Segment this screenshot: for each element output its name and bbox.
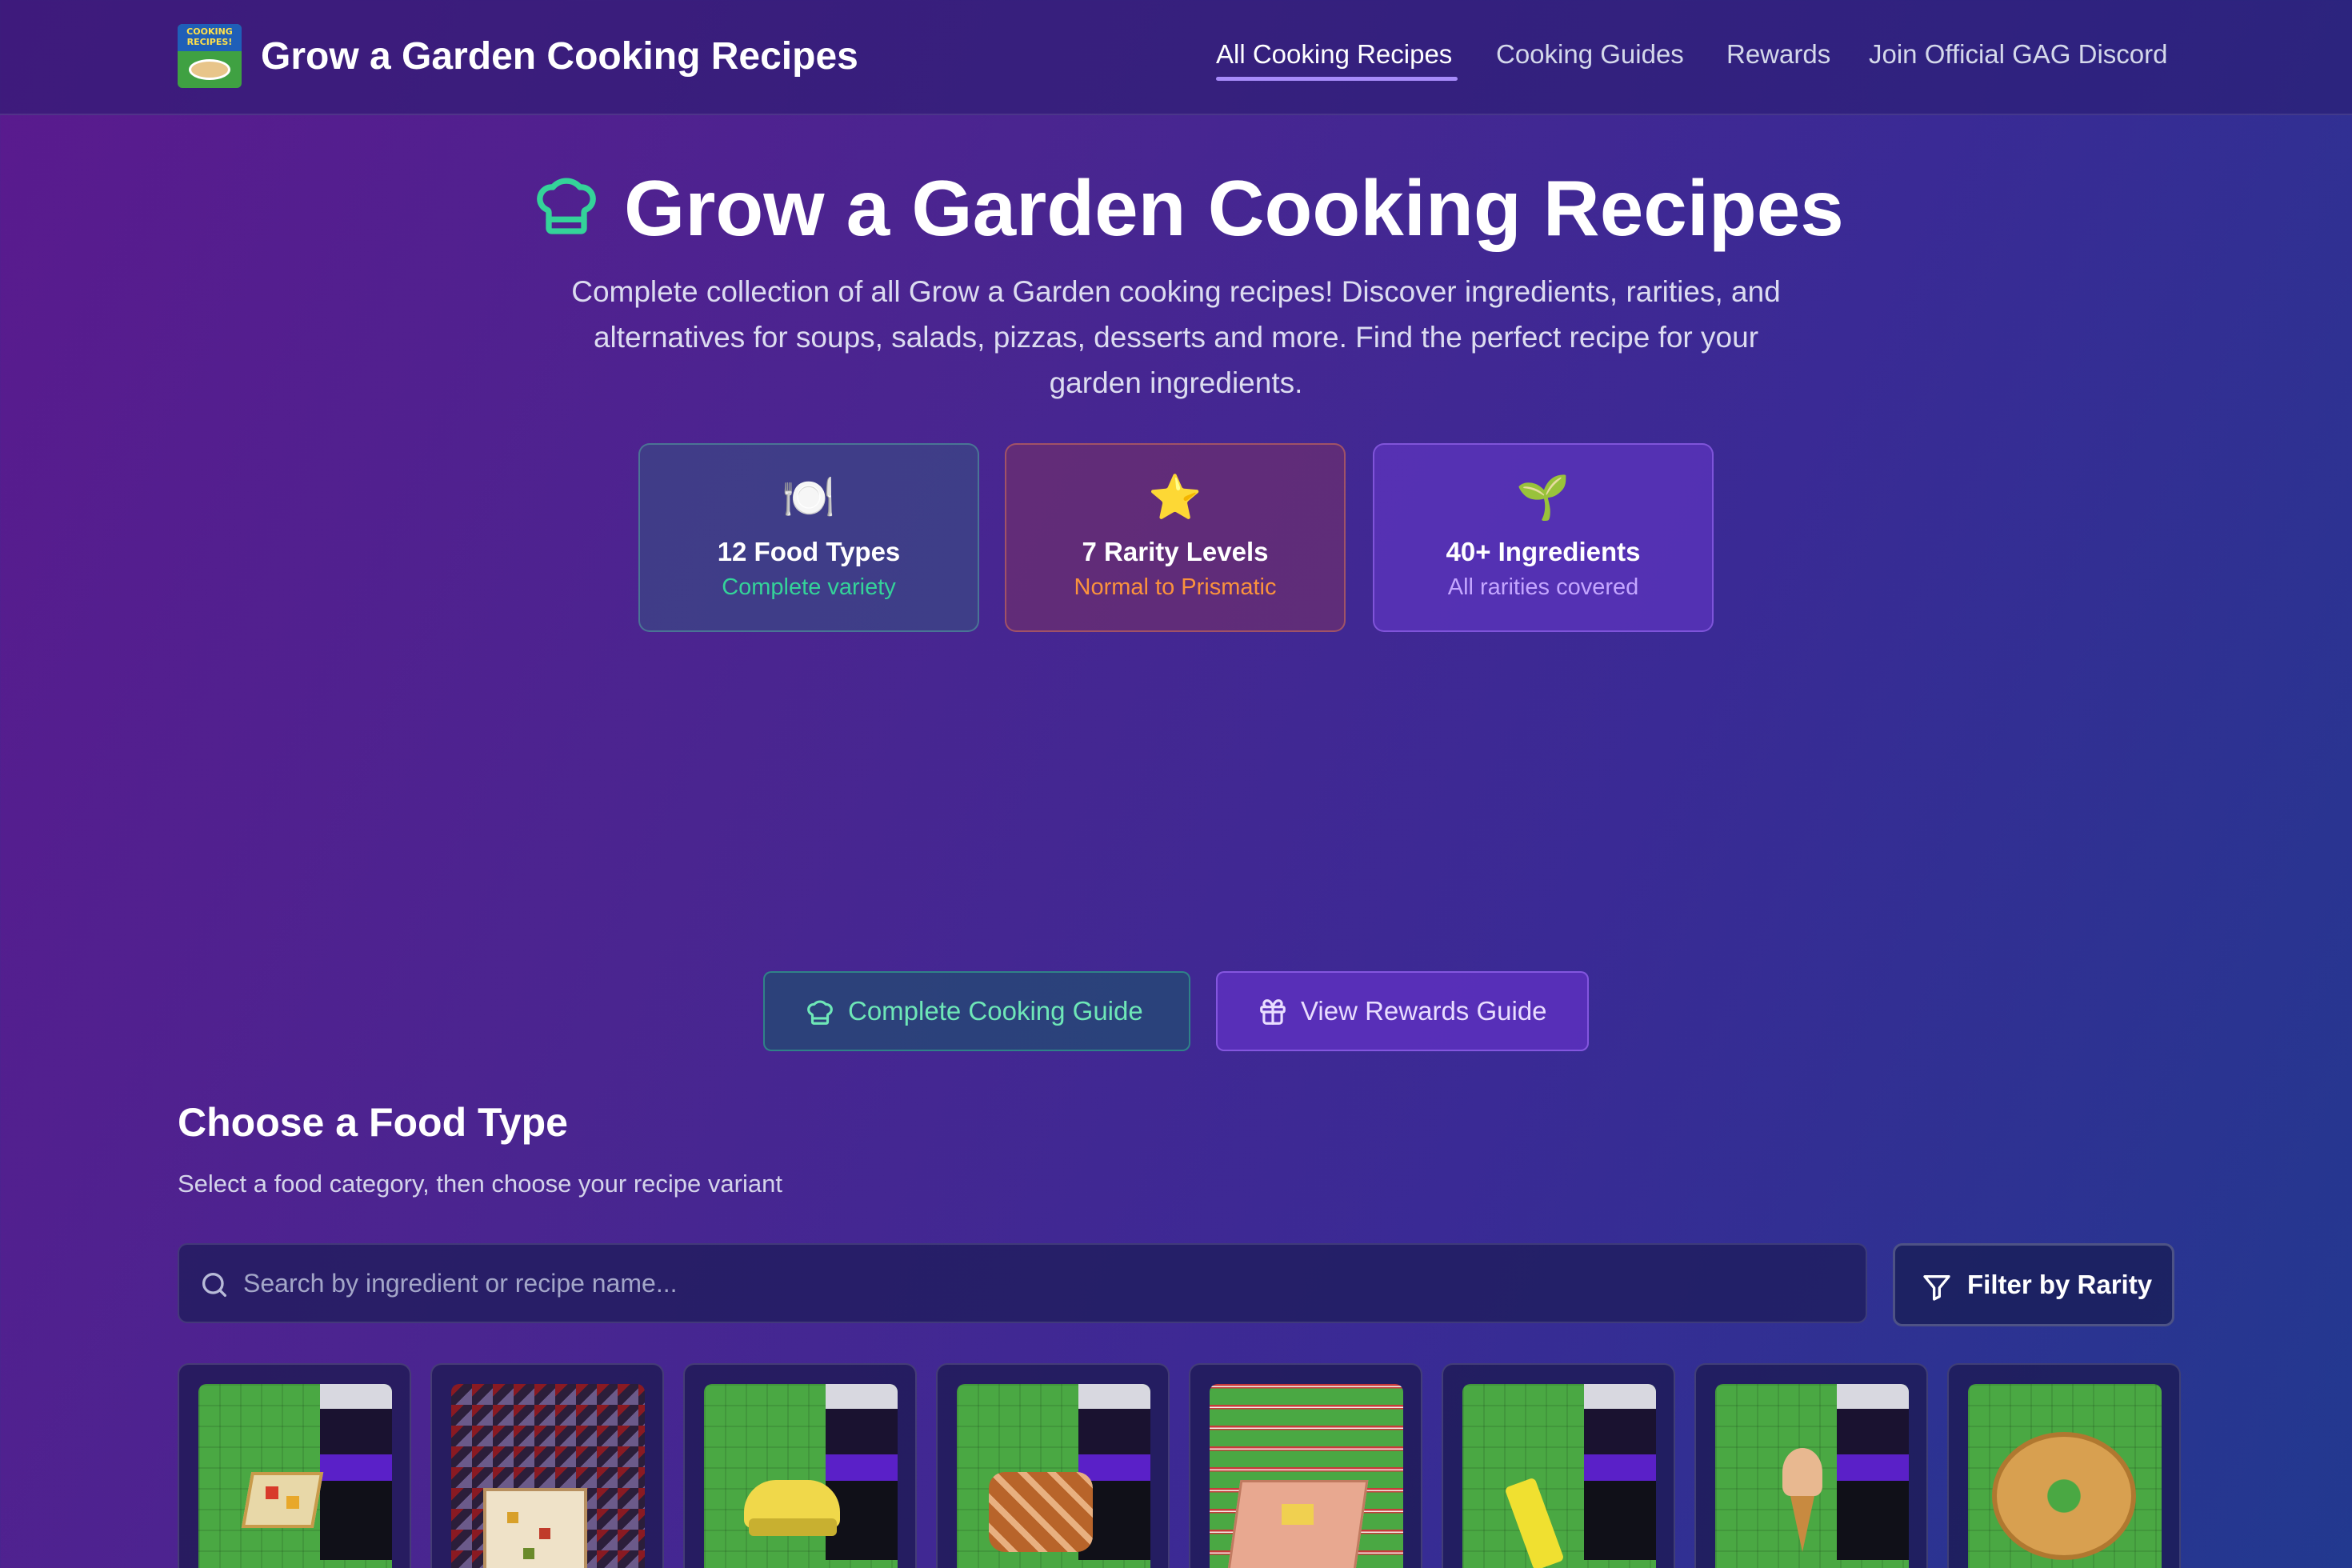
chef-hat-icon xyxy=(807,1000,833,1025)
food-item xyxy=(1782,1448,1822,1496)
site-logo[interactable]: COOKING RECIPES! xyxy=(178,24,242,88)
search-bar xyxy=(178,1243,1867,1323)
food-card[interactable] xyxy=(683,1363,917,1568)
food-card[interactable] xyxy=(936,1363,1170,1568)
stat-subtitle: All rarities covered xyxy=(1447,574,1639,600)
stat-title: 40+ Ingredients xyxy=(1446,537,1641,566)
plate-icon: 🍽️ xyxy=(782,474,836,522)
logo-dish xyxy=(189,59,230,80)
food-card[interactable] xyxy=(1694,1363,1928,1568)
food-topping xyxy=(539,1528,550,1539)
food-item xyxy=(1504,1477,1565,1568)
food-thumbnail xyxy=(451,1384,645,1568)
hero-description: Complete collection of all Grow a Garden… xyxy=(571,275,1781,399)
food-thumbnail xyxy=(1715,1384,1909,1568)
food-thumbnail xyxy=(957,1384,1150,1568)
food-item xyxy=(989,1472,1093,1552)
button-label: Complete Cooking Guide xyxy=(848,996,1143,1026)
food-topping xyxy=(1282,1504,1314,1525)
food-topping xyxy=(266,1486,278,1499)
view-rewards-guide-button[interactable]: View Rewards Guide xyxy=(1216,971,1589,1051)
food-card[interactable] xyxy=(1189,1363,1422,1568)
food-item xyxy=(1992,1432,2136,1560)
avatar-figure xyxy=(826,1384,898,1560)
food-thumbnail xyxy=(1210,1384,1403,1568)
food-thumbnail xyxy=(1968,1384,2162,1568)
food-item xyxy=(483,1488,587,1568)
food-thumbnail xyxy=(198,1384,392,1568)
seedling-icon: 🌱 xyxy=(1516,474,1570,522)
chef-hat-icon xyxy=(537,178,596,234)
food-item xyxy=(241,1472,324,1528)
food-topping xyxy=(286,1496,299,1509)
active-nav-underline xyxy=(1216,77,1458,81)
star-icon: ⭐ xyxy=(1148,474,1202,522)
filter-by-rarity-button[interactable]: Filter by Rarity xyxy=(1893,1243,2174,1326)
nav-link-all-cooking-recipes[interactable]: All Cooking Recipes xyxy=(1216,32,1452,77)
gift-icon xyxy=(1260,999,1286,1025)
stat-card-rarity-levels: ⭐ 7 Rarity Levels Normal to Prismatic xyxy=(1005,443,1346,632)
logo-text-line2: RECIPES! xyxy=(186,37,233,47)
nav-link-rewards[interactable]: Rewards xyxy=(1726,32,1830,77)
food-card[interactable] xyxy=(178,1363,411,1568)
logo-text-line1: COOKING xyxy=(186,26,233,37)
nav-link-discord[interactable]: Join Official GAG Discord xyxy=(1869,32,2168,77)
stat-title: 7 Rarity Levels xyxy=(1082,537,1269,566)
stat-subtitle: Complete variety xyxy=(722,574,896,600)
page-title: Grow a Garden Cooking Recipes xyxy=(624,164,1844,252)
section-title: Choose a Food Type xyxy=(178,1100,568,1145)
food-item xyxy=(1790,1496,1814,1552)
food-topping xyxy=(507,1512,518,1523)
stat-card-food-types: 🍽️ 12 Food Types Complete variety xyxy=(638,443,979,632)
food-item xyxy=(749,1518,837,1536)
avatar-figure xyxy=(320,1384,392,1560)
search-input[interactable] xyxy=(243,1245,1843,1322)
button-label: View Rewards Guide xyxy=(1301,996,1547,1026)
food-topping xyxy=(523,1548,534,1559)
food-card[interactable] xyxy=(430,1363,664,1568)
stat-subtitle: Normal to Prismatic xyxy=(1074,574,1277,600)
stat-card-ingredients: 🌱 40+ Ingredients All rarities covered xyxy=(1373,443,1714,632)
search-icon xyxy=(202,1273,226,1297)
top-navbar: COOKING RECIPES! Grow a Garden Cooking R… xyxy=(0,0,2352,115)
avatar-figure xyxy=(1837,1384,1909,1560)
avatar-figure xyxy=(1584,1384,1656,1560)
funnel-icon xyxy=(1923,1275,1950,1301)
nav-link-cooking-guides[interactable]: Cooking Guides xyxy=(1496,32,1684,77)
filter-label: Filter by Rarity xyxy=(1967,1270,2153,1299)
section-subtitle: Select a food category, then choose your… xyxy=(178,1170,782,1198)
stat-title: 12 Food Types xyxy=(717,537,901,566)
food-card[interactable] xyxy=(1947,1363,2181,1568)
complete-cooking-guide-button[interactable]: Complete Cooking Guide xyxy=(763,971,1190,1051)
food-card[interactable] xyxy=(1442,1363,1675,1568)
food-thumbnail xyxy=(704,1384,898,1568)
food-thumbnail xyxy=(1462,1384,1656,1568)
brand-title[interactable]: Grow a Garden Cooking Recipes xyxy=(261,29,858,85)
